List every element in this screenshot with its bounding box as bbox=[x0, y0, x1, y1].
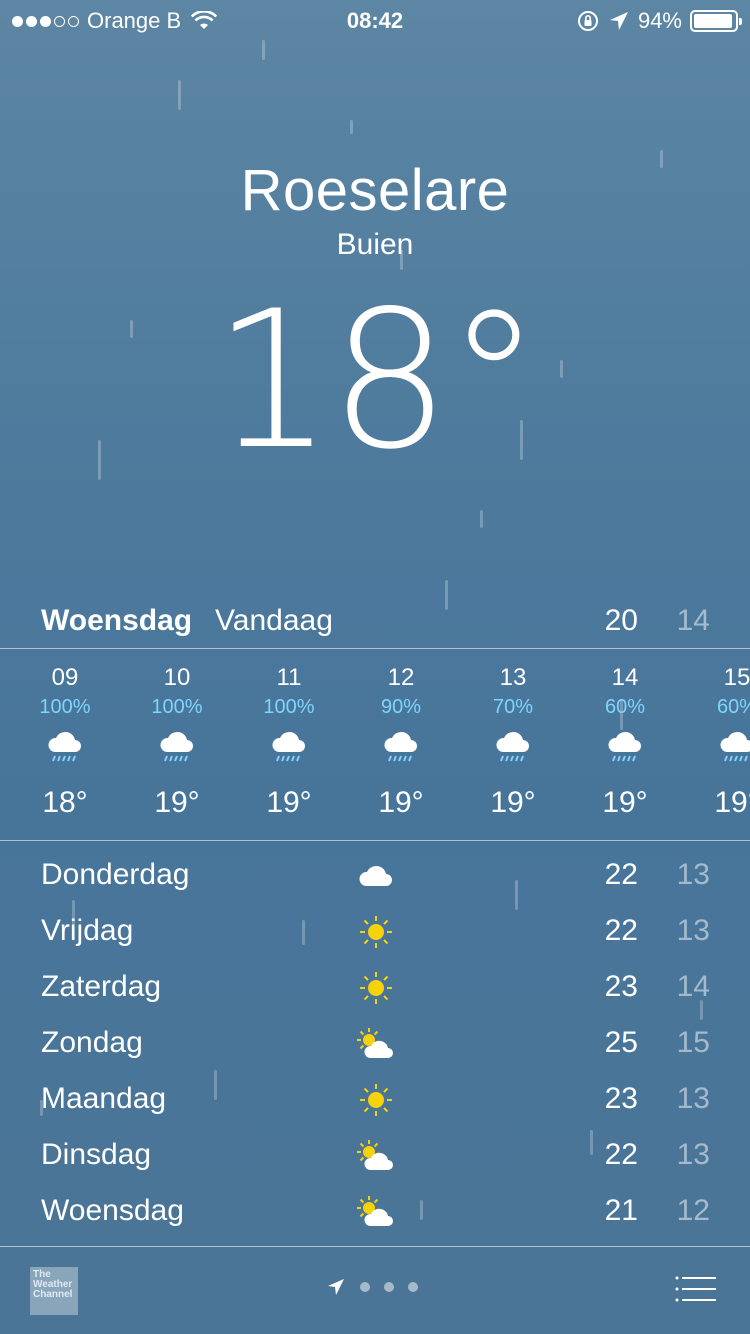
day-high: 22 bbox=[604, 858, 638, 891]
divider bbox=[0, 648, 750, 649]
precipitation-chance: 90% bbox=[380, 696, 422, 718]
location-arrow-icon bbox=[609, 12, 628, 30]
daily-row: Maandag 23 13 bbox=[0, 1072, 750, 1128]
day-high: 22 bbox=[604, 1138, 638, 1171]
page-dot bbox=[408, 1282, 418, 1292]
hour-label: 10 bbox=[163, 664, 191, 691]
day-name: Woensdag bbox=[41, 1194, 184, 1227]
hour-temperature: 19° bbox=[154, 786, 200, 819]
day-name: Zaterdag bbox=[41, 970, 162, 1003]
day-name: Vrijdag bbox=[41, 914, 134, 947]
hour-temperature: 19° bbox=[714, 786, 750, 819]
page-dot bbox=[360, 1282, 370, 1292]
orientation-lock-icon bbox=[577, 11, 598, 31]
hour-label: 15 bbox=[723, 664, 750, 691]
partly-cloudy-icon bbox=[354, 1194, 398, 1230]
day-high: 21 bbox=[604, 1194, 638, 1227]
hour-temperature: 19° bbox=[378, 786, 424, 819]
hour-label: 12 bbox=[387, 664, 415, 691]
current-temperature: 18° bbox=[212, 270, 542, 491]
hour-label: 11 bbox=[276, 664, 302, 691]
today-low: 14 bbox=[676, 604, 710, 637]
divider bbox=[0, 840, 750, 841]
cloud-rain-icon bbox=[45, 726, 85, 768]
day-low: 12 bbox=[676, 1194, 710, 1227]
day-name: Dinsdag bbox=[41, 1138, 152, 1171]
battery-level bbox=[694, 14, 732, 28]
sun-icon bbox=[354, 970, 398, 1006]
precipitation-chance: 100% bbox=[263, 696, 315, 718]
day-high: 25 bbox=[604, 1026, 638, 1059]
day-high: 23 bbox=[604, 1082, 638, 1115]
status-bar: Orange B 08:42 94% bbox=[0, 0, 750, 40]
status-right: 94% bbox=[576, 8, 742, 34]
precipitation-chance: 100% bbox=[39, 696, 91, 718]
cloud-rain-icon bbox=[717, 726, 750, 768]
weather-condition: Buien bbox=[336, 228, 414, 261]
day-low: 13 bbox=[676, 1082, 710, 1115]
day-low: 13 bbox=[676, 858, 710, 891]
rain-streak bbox=[350, 120, 353, 134]
day-high: 22 bbox=[604, 914, 638, 947]
day-low: 15 bbox=[676, 1026, 710, 1059]
battery-percentage: 94% bbox=[637, 8, 682, 33]
location-arrow-icon bbox=[328, 1279, 344, 1295]
daily-row: Dinsdag 22 13 bbox=[0, 1128, 750, 1184]
precipitation-chance: 60% bbox=[604, 696, 646, 718]
cloud-icon bbox=[354, 858, 398, 894]
battery-icon bbox=[690, 10, 742, 32]
day-name: Zondag bbox=[41, 1026, 143, 1059]
day-low: 13 bbox=[676, 914, 710, 947]
hour-temperature: 19° bbox=[490, 786, 536, 819]
weather-channel-logo[interactable]: The Weather Channel bbox=[30, 1267, 78, 1315]
cloud-rain-icon bbox=[269, 726, 309, 768]
hour-temperature: 19° bbox=[266, 786, 312, 819]
cloud-rain-icon bbox=[493, 726, 533, 768]
day-name: Maandag bbox=[41, 1082, 167, 1115]
day-high: 23 bbox=[604, 970, 638, 1003]
day-low: 14 bbox=[676, 970, 710, 1003]
today-day: Woensdag bbox=[41, 604, 193, 637]
hour-label: 14 bbox=[611, 664, 639, 691]
day-low: 13 bbox=[676, 1138, 710, 1171]
daily-row: Woensdag 21 12 bbox=[0, 1184, 750, 1240]
sun-icon bbox=[354, 914, 398, 950]
partly-cloudy-icon bbox=[354, 1026, 398, 1062]
sun-icon bbox=[354, 1082, 398, 1118]
rain-streak bbox=[178, 80, 181, 110]
precipitation-chance: 60% bbox=[716, 696, 750, 718]
hour-temperature: 18° bbox=[42, 786, 88, 819]
hour-label: 13 bbox=[499, 664, 527, 691]
daily-row: Vrijdag 22 13 bbox=[0, 904, 750, 960]
cloud-rain-icon bbox=[381, 726, 421, 768]
today-high: 20 bbox=[604, 604, 638, 637]
cloud-rain-icon bbox=[605, 726, 645, 768]
precipitation-chance: 100% bbox=[151, 696, 203, 718]
city-name: Roeselare bbox=[240, 158, 510, 223]
city-list-icon[interactable] bbox=[674, 1275, 718, 1303]
hourly-forecast[interactable]: 09 100% 18° 10 100% 19° 11 100% 19° 12 90% 19° 13 70%… bbox=[0, 650, 750, 840]
page-indicator[interactable] bbox=[326, 1277, 418, 1297]
bottom-bar: The Weather Channel bbox=[0, 1247, 750, 1334]
cloud-rain-icon bbox=[157, 726, 197, 768]
today-summary: Woensdag Vandaag 20 14 bbox=[0, 604, 750, 644]
daily-row: Zondag 25 15 bbox=[0, 1016, 750, 1072]
daily-row: Donderdag 22 13 bbox=[0, 848, 750, 904]
page-dot bbox=[384, 1282, 394, 1292]
day-name: Donderdag bbox=[41, 858, 190, 891]
precipitation-chance: 70% bbox=[492, 696, 534, 718]
rain-streak bbox=[480, 510, 483, 528]
hour-temperature: 19° bbox=[602, 786, 648, 819]
partly-cloudy-icon bbox=[354, 1138, 398, 1174]
daily-row: Zaterdag 23 14 bbox=[0, 960, 750, 1016]
today-label: Vandaag bbox=[215, 604, 333, 637]
hour-label: 09 bbox=[51, 664, 79, 691]
rain-streak bbox=[262, 40, 265, 60]
